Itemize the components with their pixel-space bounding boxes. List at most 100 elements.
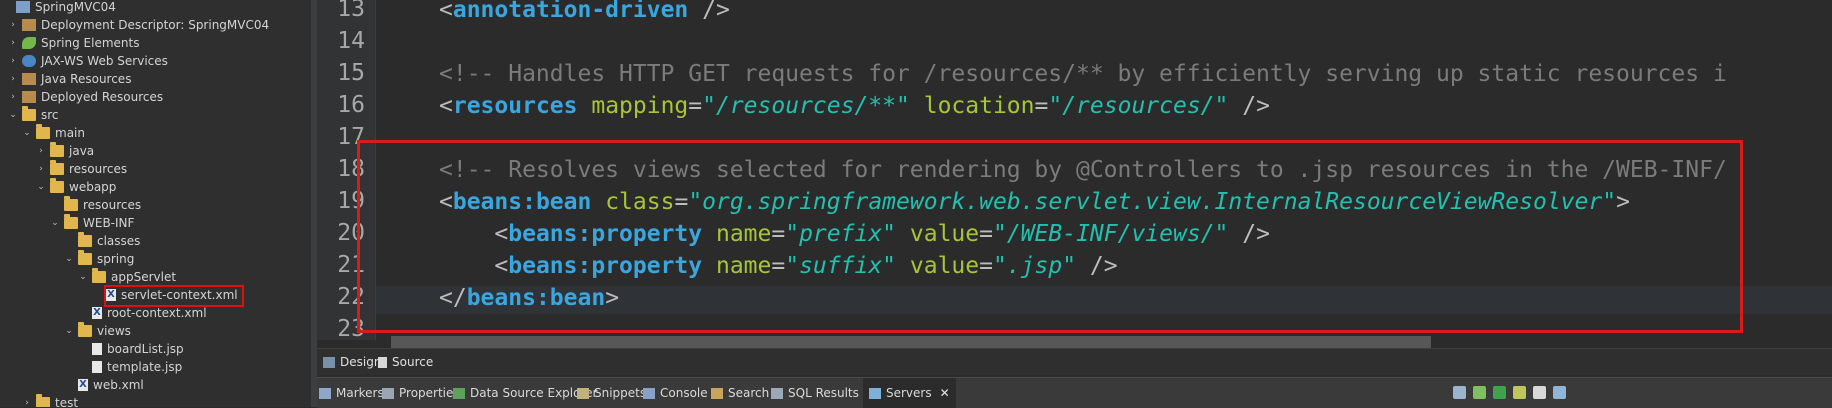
tree-item[interactable]: › Deployment Descriptor: SpringMVC04 [8, 16, 269, 34]
search-icon [711, 387, 723, 399]
start-server-icon[interactable] [1493, 386, 1506, 399]
publish-icon[interactable] [1553, 386, 1566, 399]
tree-item-label: root-context.xml [107, 306, 207, 320]
tree-item[interactable]: resources [50, 196, 141, 214]
annotation-highlight-box [357, 140, 1743, 333]
code-token: < [439, 93, 453, 119]
tree-item[interactable]: SpringMVC04 [2, 0, 116, 16]
folder-icon [64, 214, 78, 229]
code-token: /> [1228, 93, 1270, 119]
view-tab-label: Console [660, 386, 708, 400]
tab-console[interactable]: Console [643, 378, 708, 408]
view-tab-label: SQL Results [788, 386, 859, 400]
tab-markers[interactable]: Markers [319, 378, 384, 408]
jsp-file-icon [92, 361, 102, 373]
tree-item-label: Deployment Descriptor: SpringMVC04 [41, 18, 270, 32]
tree-item-label: main [55, 126, 85, 140]
stop-server-icon[interactable] [1533, 386, 1546, 399]
tree-item-label: appServlet [111, 270, 177, 284]
markers-icon [319, 387, 331, 399]
collapse-all-icon[interactable] [1453, 386, 1466, 399]
debug-server-icon[interactable] [1473, 386, 1486, 399]
design-icon [323, 356, 335, 368]
chevron-right-icon[interactable]: › [36, 164, 46, 174]
tab-source[interactable]: Source [378, 351, 433, 373]
tab-source-label: Source [392, 355, 434, 369]
tab-sql-results[interactable]: SQL Results [771, 378, 859, 408]
tree-item[interactable]: ⌄ WEB-INF [50, 214, 134, 232]
tab-properties[interactable]: Properties [382, 378, 460, 408]
code-token: /> [688, 0, 730, 23]
bottom-views-bar: Markers Properties Data Source Explorer Sni… [317, 377, 1832, 408]
tab-design[interactable]: Design [323, 351, 381, 373]
chevron-down-icon[interactable]: ⌄ [78, 272, 88, 282]
chevron-down-icon[interactable]: ⌄ [8, 110, 18, 120]
line-number: 16 [337, 92, 365, 118]
chevron-right-icon[interactable]: › [8, 38, 18, 48]
folder-icon [22, 106, 36, 121]
tree-item[interactable]: › Java Resources [8, 70, 131, 88]
code-token: = [688, 93, 703, 119]
tree-item[interactable]: ⌄ views [64, 322, 131, 340]
chevron-right-icon[interactable]: › [8, 56, 18, 66]
tree-item[interactable]: › JAX-WS Web Services [8, 52, 168, 70]
tree-item[interactable]: ⌄ webapp [36, 178, 116, 196]
tree-item[interactable]: ⌄ spring [64, 250, 134, 268]
tree-item[interactable]: › resources [36, 160, 127, 178]
tree-item-label: Java Resources [41, 72, 132, 86]
view-tab-label: Markers [336, 386, 384, 400]
chevron-right-icon[interactable]: › [36, 146, 46, 156]
tab-servers[interactable]: Servers ✕ [863, 378, 956, 408]
tree-item[interactable]: › Deployed Resources [8, 88, 163, 106]
tree-item[interactable]: › test [22, 394, 78, 407]
horizontal-scrollbar[interactable] [391, 336, 1431, 348]
chevron-down-icon[interactable]: ⌄ [22, 128, 32, 138]
profile-server-icon[interactable] [1513, 386, 1526, 399]
tree-item[interactable]: template.jsp [78, 358, 182, 376]
deployment-descriptor-icon [22, 19, 36, 31]
tree-item[interactable]: Xweb.xml [64, 376, 144, 394]
code-token: "/resources/**" [702, 93, 910, 119]
code-token: mapping [591, 93, 689, 119]
project-icon [16, 1, 30, 13]
view-tab-label: Search [728, 386, 770, 400]
view-tab-label: Properties [399, 386, 460, 400]
line-number: 15 [337, 60, 365, 86]
folder-icon [50, 178, 64, 193]
chevron-right-icon[interactable]: › [8, 92, 18, 102]
tab-search[interactable]: Search [711, 378, 769, 408]
java-resources-icon [22, 73, 36, 85]
tree-item[interactable]: ⌄ src [8, 106, 59, 124]
tree-item[interactable]: boardList.jsp [78, 340, 184, 358]
chevron-right-icon[interactable]: › [8, 20, 18, 30]
close-icon[interactable]: ✕ [940, 386, 950, 400]
tree-item-label: template.jsp [107, 360, 183, 374]
chevron-down-icon[interactable]: ⌄ [64, 326, 74, 336]
chevron-down-icon[interactable]: ⌄ [64, 254, 74, 264]
tree-item[interactable]: › java [36, 142, 94, 160]
code-token: = [1034, 93, 1049, 119]
code-token: <!-- Handles HTTP GET requests for /reso… [439, 61, 1727, 87]
code-line[interactable]: <resources mapping="/resources/**" locat… [439, 90, 1270, 122]
folder-icon [64, 196, 78, 211]
tab-snippets[interactable]: Snippets [577, 378, 646, 408]
chevron-right-icon[interactable]: › [22, 398, 32, 407]
tab-design-label: Design [340, 355, 382, 369]
code-token: resources [452, 93, 578, 119]
tab-data-source-explorer[interactable]: Data Source Explorer [453, 378, 597, 408]
tree-item[interactable]: classes [64, 232, 140, 250]
tree-item[interactable]: › Spring Elements [8, 34, 139, 52]
chevron-down-icon[interactable]: ⌄ [36, 182, 46, 192]
tree-item[interactable]: ⌄ appServlet [78, 268, 176, 286]
chevron-down-icon[interactable]: ⌄ [50, 218, 60, 228]
code-line[interactable]: <!-- Handles HTTP GET requests for /reso… [439, 58, 1727, 90]
chevron-right-icon[interactable]: › [8, 74, 18, 84]
tree-item-label: web.xml [93, 378, 144, 392]
folder-icon [78, 322, 92, 337]
code-line[interactable]: <annotation-driven /> [439, 0, 730, 26]
tree-item[interactable]: ⌄ main [22, 124, 85, 142]
folder-icon [92, 268, 106, 283]
spring-leaf-icon [22, 37, 36, 49]
tree-item[interactable]: Xroot-context.xml [78, 304, 207, 322]
